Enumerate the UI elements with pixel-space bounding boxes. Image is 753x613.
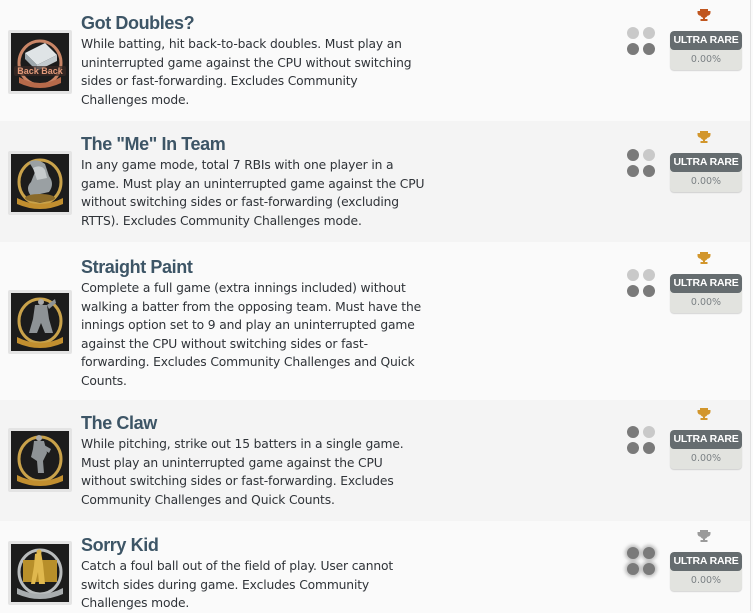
difficulty-indicator — [627, 27, 655, 55]
trophy-row[interactable]: Sorry Kid Catch a foul ball out of the f… — [0, 521, 750, 611]
rarity-badge: ULTRA RARE 0.00% — [670, 31, 742, 70]
difficulty-dot — [627, 43, 639, 55]
difficulty-dot — [643, 563, 655, 575]
difficulty-dot — [627, 442, 639, 454]
scrollbar-edge — [750, 0, 751, 611]
trophy-list: Back Back Got Doubles? While batting, hi… — [0, 0, 750, 611]
trophy-row[interactable]: Straight Paint Complete a full game (ext… — [0, 242, 750, 400]
difficulty-dot — [643, 27, 655, 39]
difficulty-dot — [643, 165, 655, 177]
trophy-title: Got Doubles? — [81, 13, 195, 33]
difficulty-dot — [643, 426, 655, 438]
difficulty-indicator — [627, 426, 655, 454]
trophy-description: While batting, hit back-to-back doubles.… — [81, 37, 412, 107]
pitcher-windup-trophy-icon — [8, 428, 72, 492]
rarity-percent: 0.00% — [690, 453, 722, 464]
difficulty-indicator — [627, 269, 655, 297]
trophy-description: Complete a full game (extra innings incl… — [81, 281, 422, 388]
difficulty-dot — [627, 165, 639, 177]
difficulty-dot — [627, 563, 639, 575]
difficulty-dot — [643, 149, 655, 161]
rarity-label: ULTRA RARE — [670, 552, 742, 571]
trophy-title: The "Me" In Team — [81, 134, 226, 154]
trophy-row[interactable]: Back Back Got Doubles? While batting, hi… — [0, 0, 750, 121]
rarity-percent: 0.00% — [690, 575, 722, 586]
difficulty-dot — [643, 43, 655, 55]
rarity-label: ULTRA RARE — [670, 274, 742, 293]
rarity-badge: ULTRA RARE 0.00% — [670, 153, 742, 192]
trophy-title: The Claw — [81, 413, 157, 433]
difficulty-dot — [627, 285, 639, 297]
trophy-description: While pitching, strike out 15 batters in… — [81, 437, 404, 507]
difficulty-dot — [627, 426, 639, 438]
flexed-arm-trophy-icon — [8, 151, 72, 215]
gold-trophy-icon — [697, 131, 711, 143]
svg-text:Back Back: Back Back — [17, 66, 64, 76]
bronze-trophy-icon — [697, 9, 711, 21]
difficulty-indicator — [627, 149, 655, 177]
rarity-label: ULTRA RARE — [670, 430, 742, 449]
rarity-percent: 0.00% — [690, 176, 722, 187]
trophy-description: Catch a foul ball out of the field of pl… — [81, 559, 394, 610]
rarity-badge: ULTRA RARE 0.00% — [670, 552, 742, 591]
gold-trophy-icon — [697, 408, 711, 420]
difficulty-dot — [627, 547, 639, 559]
rarity-label: ULTRA RARE — [670, 31, 742, 50]
rarity-badge: ULTRA RARE 0.00% — [670, 430, 742, 469]
trophy-row[interactable]: The Claw While pitching, strike out 15 b… — [0, 400, 750, 521]
difficulty-dot — [627, 149, 639, 161]
foul-ball-catch-trophy-icon — [8, 541, 72, 605]
rarity-badge: ULTRA RARE 0.00% — [670, 274, 742, 313]
difficulty-dot — [627, 269, 639, 281]
trophy-row[interactable]: The "Me" In Team In any game mode, total… — [0, 121, 750, 242]
difficulty-dot — [643, 285, 655, 297]
difficulty-dot — [643, 269, 655, 281]
silver-trophy-icon — [697, 530, 711, 542]
difficulty-dot — [627, 27, 639, 39]
difficulty-dot — [643, 547, 655, 559]
trophy-description: In any game mode, total 7 RBIs with one … — [81, 158, 425, 228]
rarity-label: ULTRA RARE — [670, 153, 742, 172]
rarity-percent: 0.00% — [690, 297, 722, 308]
trophy-title: Straight Paint — [81, 257, 193, 277]
difficulty-dot — [643, 442, 655, 454]
rarity-percent: 0.00% — [690, 54, 722, 65]
gold-trophy-icon — [697, 252, 711, 264]
pitcher-trophy-icon — [8, 290, 72, 354]
back-to-back-base-trophy-icon: Back Back — [8, 30, 72, 94]
trophy-title: Sorry Kid — [81, 535, 159, 555]
difficulty-indicator — [627, 547, 655, 575]
